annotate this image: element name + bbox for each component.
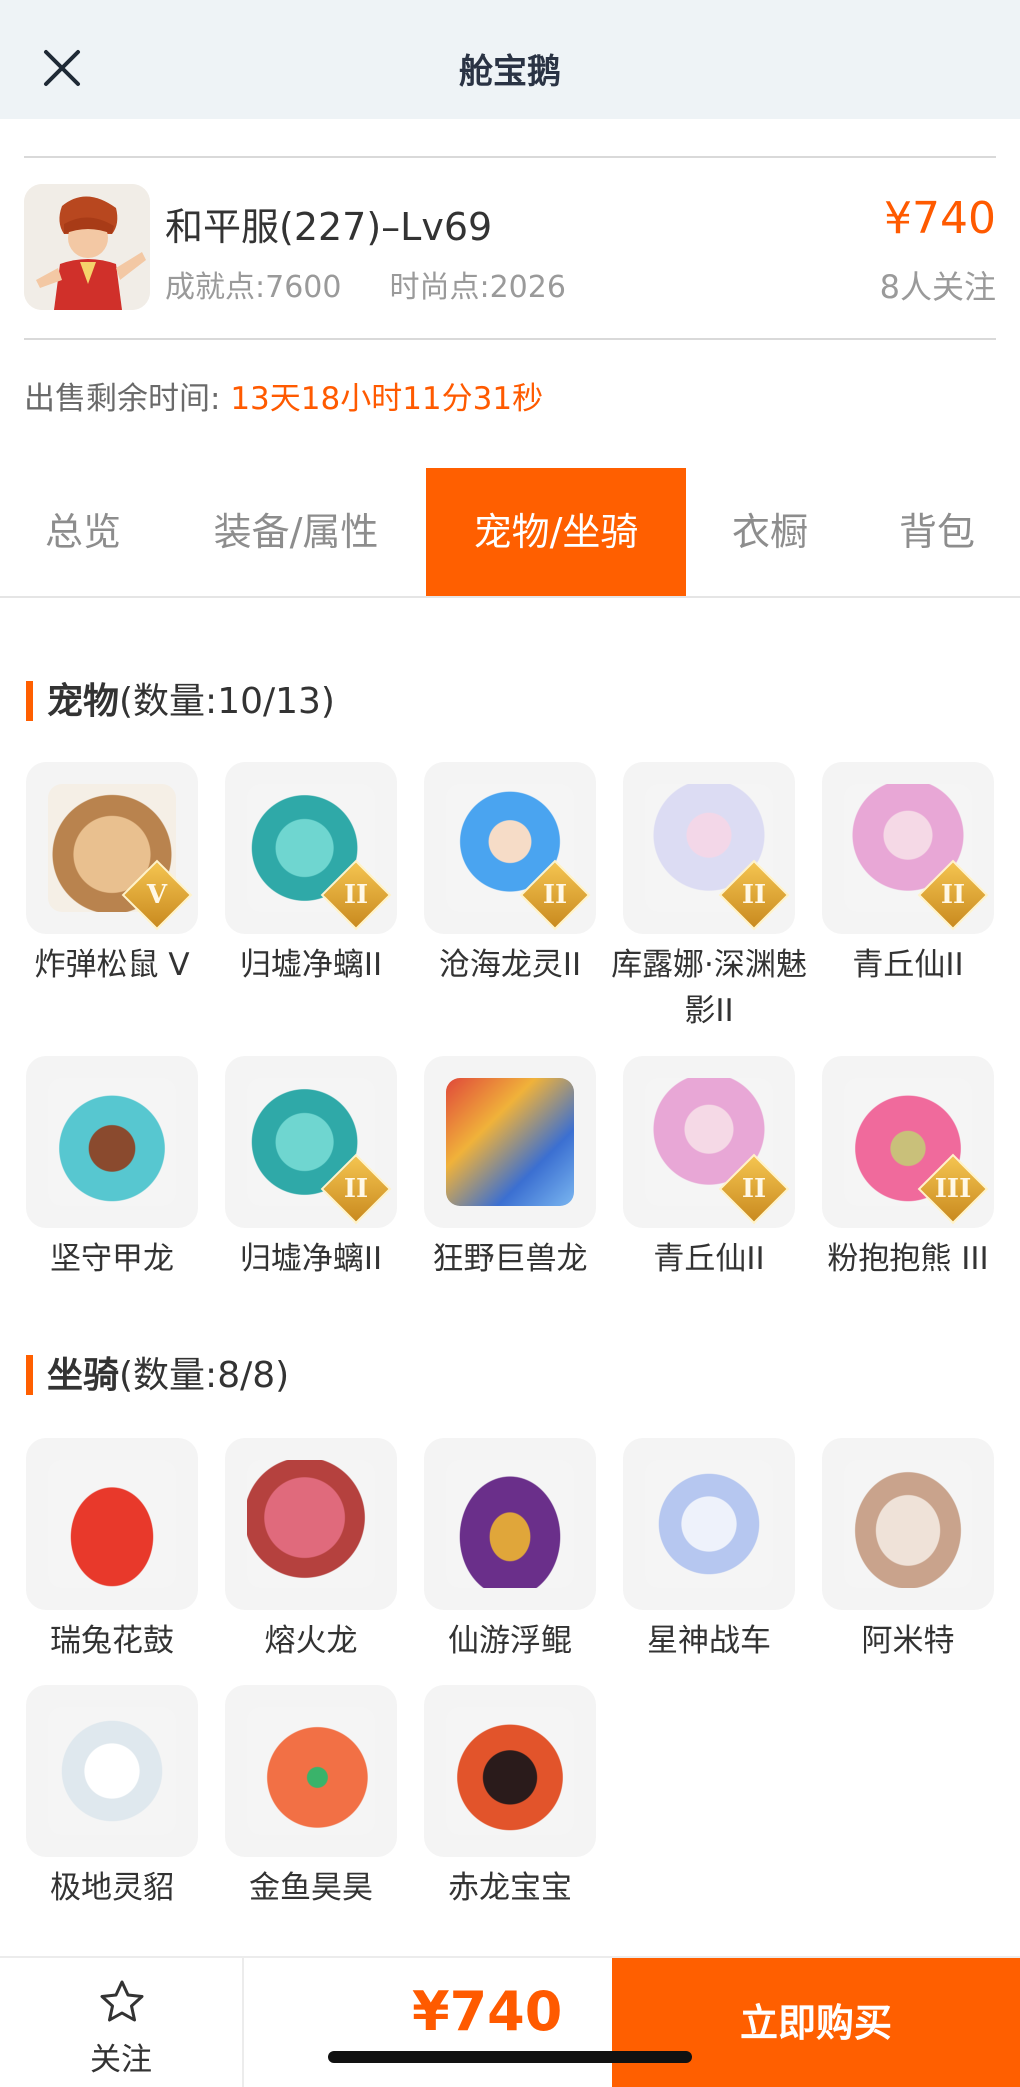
mount-thumbnail: [225, 1438, 397, 1610]
divider: [24, 338, 996, 340]
mount-item[interactable]: 极地灵貂: [26, 1685, 198, 1911]
sale-countdown: 13天18小时11分31秒: [230, 381, 544, 417]
sale-time-label: 出售剩余时间:: [24, 381, 221, 417]
pet-item[interactable]: II 沧海龙灵II: [424, 762, 596, 988]
mount-name: 赤龙宝宝: [448, 1870, 572, 1906]
mount-name: 极地灵貂: [50, 1870, 174, 1906]
pet-thumbnail: II: [623, 1056, 795, 1228]
tab-backpack[interactable]: 背包: [854, 468, 1020, 596]
pet-name: 炸弹松鼠 V: [34, 947, 190, 983]
character-stats: 成就点:7600 时尚点:2026: [165, 262, 566, 306]
mount-item[interactable]: 赤龙宝宝: [424, 1685, 596, 1911]
pet-thumbnail: II: [424, 762, 596, 934]
mount-thumbnail: [26, 1685, 198, 1857]
pet-thumbnail: II: [822, 762, 994, 934]
mount-thumbnail: [822, 1438, 994, 1610]
mount-item[interactable]: 金鱼昊昊: [225, 1685, 397, 1911]
mounts-section-title: 坐骑(数量:8/8): [26, 1346, 289, 1398]
home-indicator: [328, 2051, 692, 2063]
page-title: 舱宝鹅: [459, 52, 561, 92]
tab-equipment-attributes[interactable]: 装备/属性: [166, 468, 426, 596]
mount-image: [247, 1460, 375, 1588]
mount-item[interactable]: 瑞兔花鼓: [26, 1438, 198, 1664]
top-bar: 舱宝鹅: [0, 0, 1020, 119]
character-name: 和平服(227)–Lv69: [165, 205, 493, 249]
tab-pets-mounts[interactable]: 宠物/坐骑: [426, 468, 686, 596]
tab-wardrobe[interactable]: 衣橱: [686, 468, 854, 596]
follower-count: 8人关注: [879, 268, 996, 306]
bottom-action-bar: 关注 ¥740 立即购买: [0, 1956, 1020, 2087]
pet-image: [48, 1078, 176, 1206]
mount-thumbnail: [225, 1685, 397, 1857]
mount-image: [48, 1707, 176, 1835]
mount-item[interactable]: 阿米特: [822, 1438, 994, 1664]
follow-button[interactable]: 关注: [0, 1958, 244, 2087]
pet-thumbnail: II: [623, 762, 795, 934]
pet-name: 青丘仙II: [852, 947, 964, 983]
mount-item[interactable]: 仙游浮鲲: [424, 1438, 596, 1664]
pet-name: 粉抱抱熊 III: [827, 1241, 989, 1277]
mount-image: [446, 1707, 574, 1835]
pet-name: 库露娜·深渊魅影II: [611, 947, 807, 1029]
pet-thumbnail: III: [822, 1056, 994, 1228]
character-avatar: [24, 184, 150, 310]
pets-title: 宠物: [47, 681, 120, 722]
fashion-points: 时尚点:2026: [389, 270, 566, 305]
follow-label: 关注: [90, 2042, 152, 2078]
section-marker: [26, 1355, 33, 1395]
pet-item[interactable]: III 粉抱抱熊 III: [822, 1056, 994, 1282]
mount-image: [844, 1460, 972, 1588]
pet-name: 坚守甲龙: [50, 1241, 174, 1277]
mount-name: 瑞兔花鼓: [50, 1623, 174, 1659]
pet-image: [446, 1078, 574, 1206]
pet-thumbnail: II: [225, 762, 397, 934]
pet-item[interactable]: II 归墟净螭II: [225, 762, 397, 988]
mount-item[interactable]: 熔火龙: [225, 1438, 397, 1664]
mount-name: 仙游浮鲲: [448, 1623, 572, 1659]
pet-item[interactable]: V 炸弹松鼠 V: [26, 762, 198, 988]
pet-item[interactable]: 坚守甲龙: [26, 1056, 198, 1282]
divider: [24, 156, 996, 158]
mount-name: 金鱼昊昊: [249, 1870, 373, 1906]
pet-thumbnail: [424, 1056, 596, 1228]
sale-remaining-time: 出售剩余时间: 13天18小时11分31秒: [24, 373, 543, 418]
pet-thumbnail: II: [225, 1056, 397, 1228]
mounts-title: 坐骑: [47, 1355, 120, 1396]
pet-name: 青丘仙II: [653, 1241, 765, 1277]
pet-item[interactable]: 狂野巨兽龙: [424, 1056, 596, 1282]
pet-item[interactable]: II 青丘仙II: [623, 1056, 795, 1282]
character-price: ¥740: [884, 193, 996, 244]
star-icon: [100, 1980, 144, 2022]
mount-name: 熔火龙: [264, 1623, 358, 1659]
mount-thumbnail: [623, 1438, 795, 1610]
mount-thumbnail: [424, 1685, 596, 1857]
pets-section-title: 宠物(数量:10/13): [26, 672, 335, 724]
mount-image: [645, 1460, 773, 1588]
bottom-price: ¥740: [412, 1980, 563, 2043]
mount-item[interactable]: 星神战车: [623, 1438, 795, 1664]
mounts-count: (数量:8/8): [119, 1355, 290, 1396]
pets-count: (数量:10/13): [119, 681, 335, 722]
mount-name: 阿米特: [861, 1623, 955, 1659]
pet-item[interactable]: II 青丘仙II: [822, 762, 994, 988]
tab-overview[interactable]: 总览: [0, 468, 166, 596]
pet-thumbnail: V: [26, 762, 198, 934]
pet-item[interactable]: II 库露娜·深渊魅影II: [611, 762, 807, 1034]
achievement-points: 成就点:7600: [165, 270, 342, 305]
mount-thumbnail: [26, 1438, 198, 1610]
pet-name: 狂野巨兽龙: [432, 1241, 588, 1277]
pet-name: 归墟净螭II: [239, 947, 383, 983]
mount-name: 星神战车: [647, 1623, 771, 1659]
mount-image: [446, 1460, 574, 1588]
mount-thumbnail: [424, 1438, 596, 1610]
pet-name: 归墟净螭II: [239, 1241, 383, 1277]
pet-item[interactable]: II 归墟净螭II: [225, 1056, 397, 1282]
section-marker: [26, 681, 33, 721]
buy-now-button[interactable]: 立即购买: [612, 1958, 1020, 2087]
mount-image: [48, 1460, 176, 1588]
pet-thumbnail: [26, 1056, 198, 1228]
tab-bar: 总览 装备/属性 宠物/坐骑 衣橱 背包: [0, 468, 1020, 598]
mount-image: [247, 1707, 375, 1835]
pet-name: 沧海龙灵II: [438, 947, 582, 983]
